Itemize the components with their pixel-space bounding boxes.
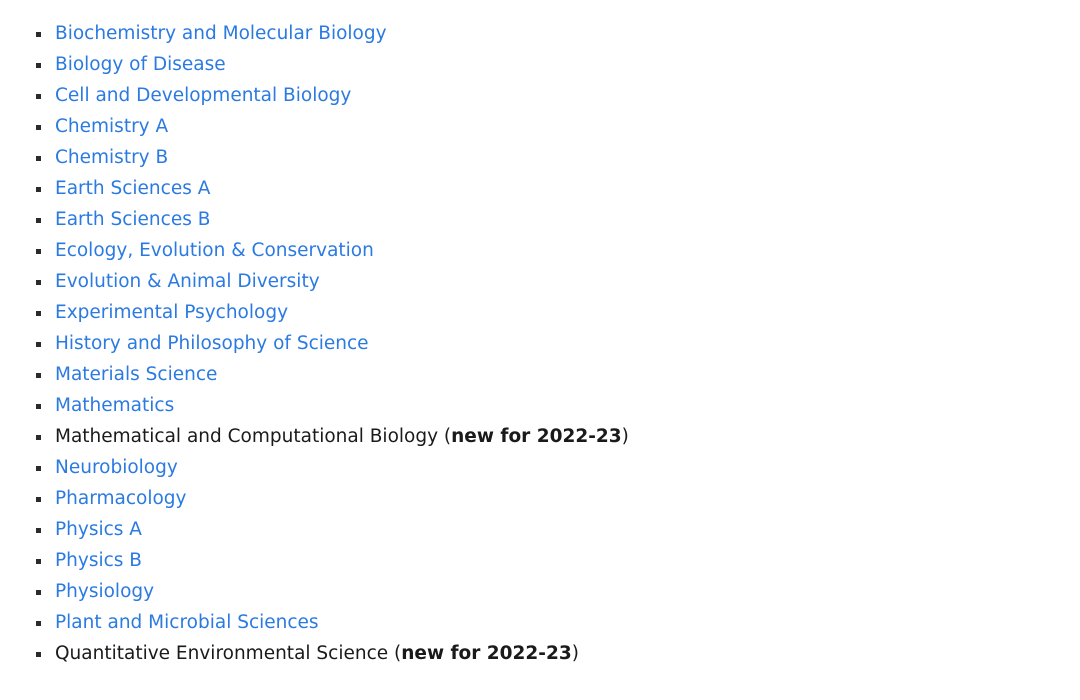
- list-item: Mathematical and Computational Biology (…: [0, 421, 1080, 452]
- page-content: Biochemistry and Molecular Biology Biolog…: [0, 0, 1080, 700]
- new-for-year-badge: new for 2022-23: [451, 426, 622, 447]
- subject-link[interactable]: Biochemistry and Molecular Biology: [55, 23, 387, 44]
- subject-link[interactable]: Materials Science: [55, 364, 217, 385]
- subject-link[interactable]: Physics A: [55, 519, 142, 540]
- list-item: Cell and Developmental Biology: [0, 80, 1080, 111]
- subject-link[interactable]: Earth Sciences A: [55, 178, 210, 199]
- subject-list: Biochemistry and Molecular Biology Biolog…: [0, 18, 1080, 669]
- list-item: History and Philosophy of Science: [0, 328, 1080, 359]
- subject-link[interactable]: Pharmacology: [55, 488, 187, 509]
- subject-link[interactable]: Plant and Microbial Sciences: [55, 612, 319, 633]
- list-item: Materials Science: [0, 359, 1080, 390]
- list-item: Biology of Disease: [0, 49, 1080, 80]
- bullet-square-icon: [36, 279, 41, 285]
- list-item: Chemistry B: [0, 142, 1080, 173]
- bullet-square-icon: [36, 527, 41, 533]
- list-item: Pharmacology: [0, 483, 1080, 514]
- subject-label-suffix: ): [621, 426, 629, 447]
- bullet-square-icon: [36, 341, 41, 347]
- subject-link[interactable]: Ecology, Evolution & Conservation: [55, 240, 374, 261]
- bullet-square-icon: [36, 186, 41, 192]
- bullet-square-icon: [36, 403, 41, 409]
- bullet-square-icon: [36, 310, 41, 316]
- bullet-square-icon: [36, 248, 41, 254]
- list-item: Mathematics: [0, 390, 1080, 421]
- subject-label-prefix: Mathematical and Computational Biology (: [55, 426, 452, 447]
- list-item: Physiology: [0, 576, 1080, 607]
- bullet-square-icon: [36, 465, 41, 471]
- bullet-square-icon: [36, 124, 41, 130]
- list-item: Experimental Psychology: [0, 297, 1080, 328]
- list-item: Biochemistry and Molecular Biology: [0, 18, 1080, 49]
- subject-link[interactable]: Earth Sciences B: [55, 209, 210, 230]
- new-for-year-badge: new for 2022-23: [401, 643, 572, 664]
- subject-label: Mathematical and Computational Biology (…: [55, 426, 629, 447]
- subject-link[interactable]: Mathematics: [55, 395, 174, 416]
- bullet-square-icon: [36, 434, 41, 440]
- bullet-square-icon: [36, 558, 41, 564]
- bullet-square-icon: [36, 155, 41, 161]
- subject-link[interactable]: Physiology: [55, 581, 154, 602]
- subject-link[interactable]: Physics B: [55, 550, 142, 571]
- subject-link[interactable]: History and Philosophy of Science: [55, 333, 369, 354]
- bullet-square-icon: [36, 217, 41, 223]
- subject-label-suffix: ): [571, 643, 579, 664]
- subject-link[interactable]: Biology of Disease: [55, 54, 226, 75]
- bullet-square-icon: [36, 589, 41, 595]
- bullet-square-icon: [36, 372, 41, 378]
- bullet-square-icon: [36, 620, 41, 626]
- subject-link[interactable]: Neurobiology: [55, 457, 178, 478]
- list-item: Ecology, Evolution & Conservation: [0, 235, 1080, 266]
- list-item: Physics A: [0, 514, 1080, 545]
- subject-label: Quantitative Environmental Science (new …: [55, 643, 579, 664]
- list-item: Chemistry A: [0, 111, 1080, 142]
- list-item: Earth Sciences A: [0, 173, 1080, 204]
- subject-label-prefix: Quantitative Environmental Science (: [55, 643, 402, 664]
- subject-link[interactable]: Experimental Psychology: [55, 302, 288, 323]
- subject-link[interactable]: Cell and Developmental Biology: [55, 85, 351, 106]
- list-item: Neurobiology: [0, 452, 1080, 483]
- list-item: Physics B: [0, 545, 1080, 576]
- bullet-square-icon: [36, 31, 41, 37]
- subject-link[interactable]: Evolution & Animal Diversity: [55, 271, 320, 292]
- bullet-square-icon: [36, 62, 41, 68]
- subject-link[interactable]: Chemistry B: [55, 147, 168, 168]
- list-item: Plant and Microbial Sciences: [0, 607, 1080, 638]
- list-item: Quantitative Environmental Science (new …: [0, 638, 1080, 669]
- subject-link[interactable]: Chemistry A: [55, 116, 168, 137]
- bullet-square-icon: [36, 93, 41, 99]
- list-item: Evolution & Animal Diversity: [0, 266, 1080, 297]
- list-item: Earth Sciences B: [0, 204, 1080, 235]
- bullet-square-icon: [36, 496, 41, 502]
- bullet-square-icon: [36, 651, 41, 657]
